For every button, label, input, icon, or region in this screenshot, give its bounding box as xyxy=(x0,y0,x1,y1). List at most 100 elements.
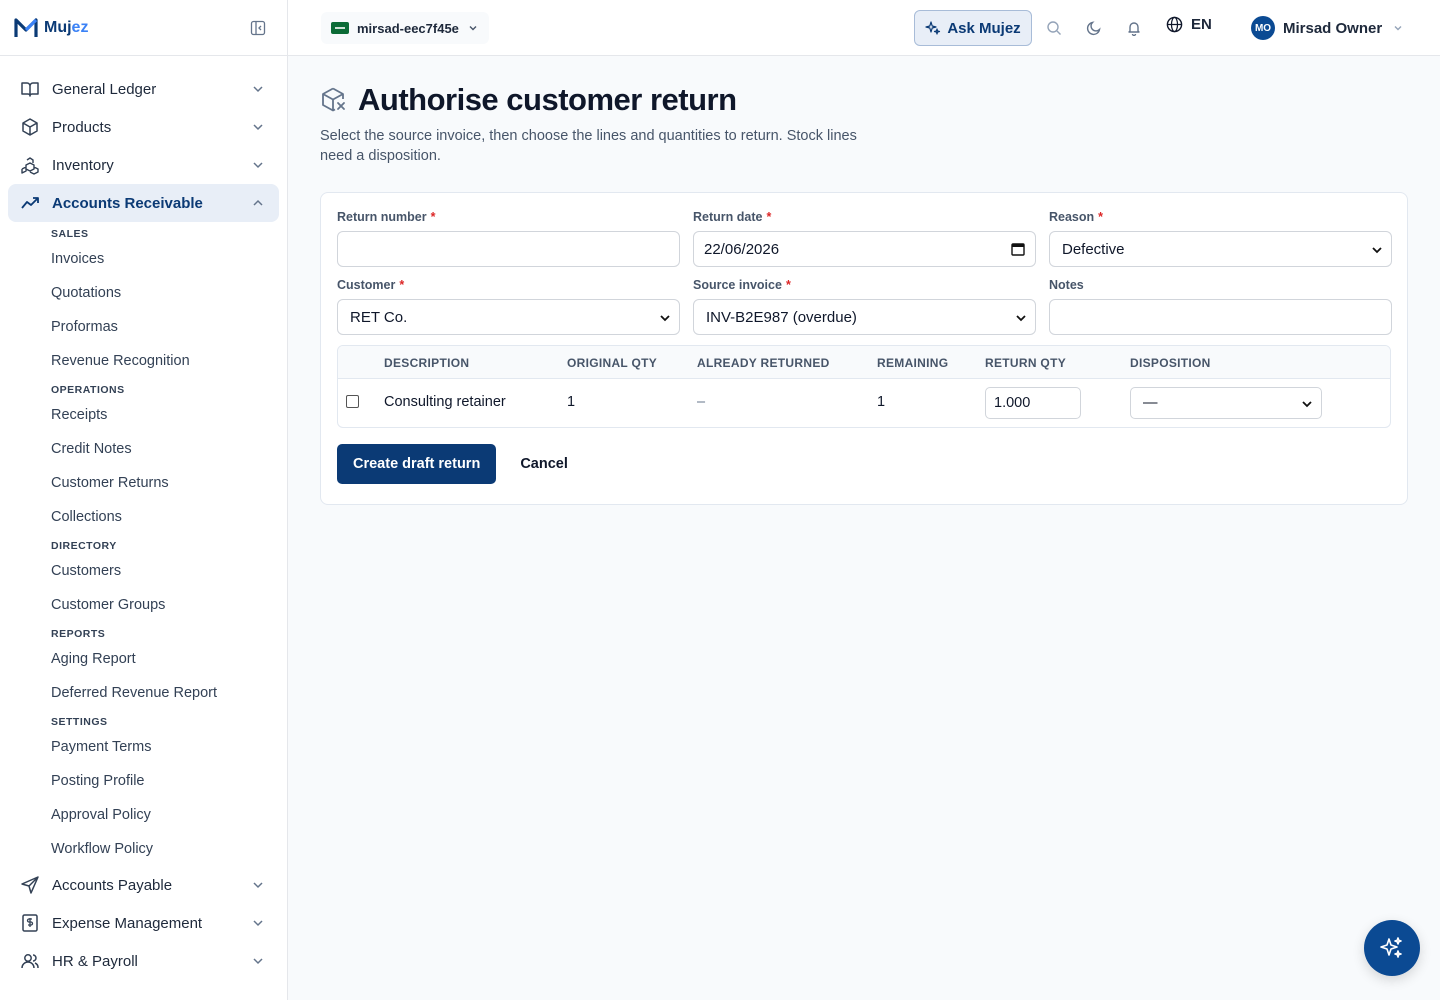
chevron-down-icon xyxy=(1016,315,1026,322)
sidebar-item-deferred-revenue-report[interactable]: Deferred Revenue Report xyxy=(51,676,287,710)
ask-mujez-button[interactable]: Ask Mujez xyxy=(914,10,1032,46)
return-number-label: Return number * xyxy=(337,209,680,225)
sidebar-item-products[interactable]: Products xyxy=(0,108,287,146)
sidebar-item-aging-report[interactable]: Aging Report xyxy=(51,642,287,676)
sidebar-item-hr-payroll[interactable]: HR & Payroll xyxy=(0,942,287,980)
page-subtitle: Select the source invoice, then choose t… xyxy=(320,128,857,164)
table-row: Consulting retainer 1 – 1 1.000 — xyxy=(338,379,1390,427)
notes-field: Notes xyxy=(1049,277,1392,345)
sidebar-item-collections[interactable]: Collections xyxy=(51,500,287,534)
sidebar-item-payment-terms[interactable]: Payment Terms xyxy=(51,730,287,764)
mujez-logo-icon[interactable] xyxy=(14,17,38,39)
chevron-down-icon xyxy=(253,124,263,131)
notes-input[interactable] xyxy=(1049,299,1392,335)
receipt-icon xyxy=(20,913,40,933)
sidebar-item-label: Expense Management xyxy=(52,914,203,932)
sidebar-item-proformas[interactable]: Proformas xyxy=(51,310,287,344)
chevron-up-icon xyxy=(253,199,263,206)
avatar: MO xyxy=(1251,16,1275,40)
column-header-return-qty: RETURN QTY xyxy=(985,356,1066,370)
sparkles-icon xyxy=(1380,937,1402,958)
return-number-input[interactable] xyxy=(337,231,680,267)
return-qty-input[interactable]: 1.000 xyxy=(985,387,1081,419)
topbar: mirsad-eec7f45e Ask Mujez EN MO Mirsad O… xyxy=(288,0,1440,56)
disposition-select[interactable]: — xyxy=(1130,387,1322,419)
field-label-text: Customer xyxy=(337,278,396,292)
return-date-label: Return date * xyxy=(693,209,1036,225)
sidebar-item-accounts-receivable[interactable]: Accounts Receivable xyxy=(8,184,279,222)
sidebar-item-label: Accounts Receivable xyxy=(52,194,203,212)
user-name: Mirsad Owner xyxy=(1283,19,1383,37)
required-marker: * xyxy=(430,210,436,224)
sidebar-nav: General Ledger Products Inventory Accoun… xyxy=(0,56,287,980)
sidebar-item-approval-policy[interactable]: Approval Policy xyxy=(51,798,287,832)
chevron-down-icon xyxy=(253,958,263,965)
source-invoice-select[interactable]: INV-B2E987 (overdue) xyxy=(693,299,1036,335)
sparkles-icon xyxy=(925,21,941,35)
search-icon[interactable] xyxy=(1044,18,1064,38)
ar-submenu: SALES Invoices Quotations Proformas Reve… xyxy=(0,222,287,866)
field-label-text: Notes xyxy=(1049,278,1084,292)
return-date-input[interactable]: 22/06/2026 xyxy=(693,231,1036,267)
column-header-description: DESCRIPTION xyxy=(384,356,470,370)
sidebar-item-customer-groups[interactable]: Customer Groups xyxy=(51,588,287,622)
sidebar-collapse-icon[interactable] xyxy=(249,19,267,37)
table-header: DESCRIPTION ORIGINAL QTY ALREADY RETURNE… xyxy=(338,346,1390,379)
bell-icon[interactable] xyxy=(1124,18,1144,38)
sidebar-item-inventory[interactable]: Inventory xyxy=(0,146,287,184)
return-date-field: Return date * 22/06/2026 xyxy=(693,209,1036,277)
brand-name[interactable]: Mujez xyxy=(44,19,88,37)
ai-assistant-fab[interactable] xyxy=(1364,920,1420,976)
cancel-button[interactable]: Cancel xyxy=(520,456,568,472)
calendar-icon[interactable] xyxy=(1011,242,1025,256)
chevron-down-icon xyxy=(253,86,263,93)
user-menu[interactable]: MO Mirsad Owner xyxy=(1251,16,1404,40)
source-invoice-value: INV-B2E987 (overdue) xyxy=(706,308,857,326)
customer-select[interactable]: RET Co. xyxy=(337,299,680,335)
reason-value: Defective xyxy=(1062,240,1125,258)
required-marker: * xyxy=(399,278,405,292)
moon-icon[interactable] xyxy=(1084,18,1104,38)
sidebar-item-posting-profile[interactable]: Posting Profile xyxy=(51,764,287,798)
section-heading-reports: REPORTS xyxy=(51,628,106,640)
source-invoice-field: Source invoice * INV-B2E987 (overdue) xyxy=(693,277,1036,345)
column-header-original-qty: ORIGINAL QTY xyxy=(567,356,658,370)
return-number-field: Return number * xyxy=(337,209,680,277)
language-code: EN xyxy=(1191,16,1212,33)
sidebar-item-customers[interactable]: Customers xyxy=(51,554,287,588)
line-description: Consulting retainer xyxy=(384,394,506,410)
sidebar-item-workflow-policy[interactable]: Workflow Policy xyxy=(51,832,287,866)
tenant-switcher[interactable]: mirsad-eec7f45e xyxy=(321,12,489,44)
sidebar-item-general-ledger[interactable]: General Ledger xyxy=(0,70,287,108)
package-icon xyxy=(20,117,40,137)
disposition-value: — xyxy=(1143,395,1158,411)
field-label-text: Return number xyxy=(337,210,427,224)
create-draft-return-button[interactable]: Create draft return xyxy=(337,444,497,484)
sidebar-item-credit-notes[interactable]: Credit Notes xyxy=(51,432,287,466)
section-heading-sales: SALES xyxy=(51,228,89,240)
sidebar-item-accounts-payable[interactable]: Accounts Payable xyxy=(0,866,287,904)
sidebar-item-expense-management[interactable]: Expense Management xyxy=(0,904,287,942)
notes-label: Notes xyxy=(1049,277,1392,293)
sidebar-item-customer-returns[interactable]: Customer Returns xyxy=(51,466,287,500)
chevron-down-icon xyxy=(1372,247,1382,254)
sidebar-item-revenue-recognition[interactable]: Revenue Recognition xyxy=(51,344,287,378)
sidebar-item-invoices[interactable]: Invoices xyxy=(51,242,287,276)
return-form-card: Return number * Return date * 22/06/2026 R… xyxy=(320,192,1408,505)
saudi-flag-icon xyxy=(331,22,349,34)
reason-select[interactable]: Defective xyxy=(1049,231,1392,267)
chevron-down-icon xyxy=(253,162,263,169)
column-header-remaining: REMAINING xyxy=(877,356,949,370)
field-label-text: Return date xyxy=(693,210,763,224)
globe-icon xyxy=(1166,16,1183,33)
package-x-icon xyxy=(320,86,348,114)
source-invoice-label: Source invoice * xyxy=(693,277,1036,293)
section-heading-directory: DIRECTORY xyxy=(51,540,117,552)
line-select-checkbox[interactable] xyxy=(346,395,359,408)
sidebar-item-receipts[interactable]: Receipts xyxy=(51,398,287,432)
customer-field: Customer * RET Co. xyxy=(337,277,680,345)
sidebar-item-label: HR & Payroll xyxy=(52,952,138,970)
tenant-name: mirsad-eec7f45e xyxy=(357,20,459,36)
sidebar-item-quotations[interactable]: Quotations xyxy=(51,276,287,310)
language-switcher[interactable]: EN xyxy=(1166,16,1212,33)
